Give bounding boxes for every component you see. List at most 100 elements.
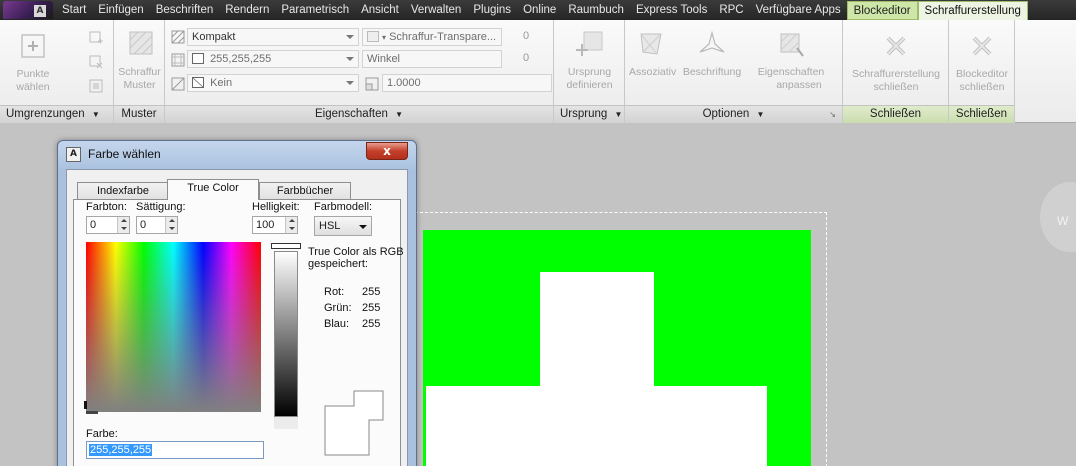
ribbon-tab-bar: A Start Einfügen Beschriften Rendern Par… xyxy=(0,0,1076,20)
hatch-type-dropdown[interactable]: Kompakt xyxy=(187,28,359,46)
chevron-down-icon xyxy=(346,35,354,39)
close-button[interactable]: x xyxy=(366,142,408,160)
close-hatch-creation-button[interactable]: Schraffurerstellung schließen xyxy=(845,32,947,94)
tab-plugins[interactable]: Plugins xyxy=(467,0,517,20)
panel-footer-pattern: Muster xyxy=(114,105,164,123)
associative-button[interactable]: Assoziativ xyxy=(629,30,676,79)
green-value: 255 xyxy=(362,302,381,314)
hatch-pattern-button[interactable]: Schraffur Muster xyxy=(116,30,163,92)
white-hatch-bottom[interactable] xyxy=(426,386,767,466)
saturation-spinner[interactable]: 0 xyxy=(136,216,178,234)
tab-online[interactable]: Online xyxy=(517,0,562,20)
angle-label: Winkel xyxy=(367,53,401,65)
options-footer-label: Optionen xyxy=(702,108,750,120)
viewcube-west-label: W xyxy=(1057,214,1069,228)
background-swatch xyxy=(192,77,204,88)
close-hatch-footer-label: Schließen xyxy=(869,108,922,120)
transparency-icon xyxy=(367,31,379,42)
close-hatch-label-1: Schraffurerstellung xyxy=(852,68,940,80)
panel-pattern: Schraffur Muster Muster xyxy=(114,20,165,123)
dialog-body: Indexfarbe True Color Farbbücher Farbton… xyxy=(66,169,408,466)
remove-boundaries-icon[interactable] xyxy=(88,54,104,70)
color-value-input[interactable]: 255,255,255 xyxy=(86,441,264,459)
blue-label: Blau: xyxy=(324,318,350,330)
tab-rpc[interactable]: RPC xyxy=(713,0,749,20)
annotative-label: Beschriftung xyxy=(682,66,742,78)
color-model-value: HSL xyxy=(319,220,341,232)
luminance-spinner[interactable]: 100 xyxy=(252,216,298,234)
tab-parametrisch[interactable]: Parametrisch xyxy=(275,0,355,20)
spinner-arrows-icon[interactable] xyxy=(117,217,129,233)
spinner-arrows-icon[interactable] xyxy=(165,217,177,233)
tab-schraffurerstellung[interactable]: Schraffurerstellung xyxy=(917,1,1028,20)
tab-express-tools[interactable]: Express Tools xyxy=(630,0,713,20)
transparency-field[interactable]: ▾ Schraffur-Transpare... xyxy=(362,28,502,46)
application-menu-button[interactable]: A xyxy=(3,1,53,19)
color-value-label: Farbe: xyxy=(86,428,118,440)
chevron-down-icon: ▼ xyxy=(91,110,100,119)
recreate-boundary-icon[interactable] xyxy=(88,78,104,94)
tab-rendern[interactable]: Rendern xyxy=(219,0,275,20)
dialog-launcher-icon[interactable]: ↘ xyxy=(829,106,836,123)
pattern-label-2: Muster xyxy=(123,79,156,91)
panel-footer-properties[interactable]: Eigenschaften ▼ xyxy=(165,105,553,123)
white-hatch-top[interactable] xyxy=(540,272,654,392)
true-color-page: Farbton: 0 Sättigung: 0 Helligkeit: 100 … xyxy=(73,199,404,466)
tab-beschriften[interactable]: Beschriften xyxy=(150,0,220,20)
background-color-dropdown[interactable]: Kein xyxy=(187,74,359,92)
ribbon: Punkte wählen Umgrenzungen ▼ Schraffur M… xyxy=(0,20,1076,123)
luminance-label: Helligkeit: xyxy=(252,201,300,213)
tab-index-color[interactable]: Indexfarbe xyxy=(77,182,169,199)
panel-properties: Kompakt ▾ Schraffur-Transpare... 0 255,2… xyxy=(165,20,554,123)
tab-ansicht[interactable]: Ansicht xyxy=(355,0,405,20)
spinner-arrows-icon[interactable] xyxy=(285,217,297,233)
saturation-value: 0 xyxy=(140,219,147,231)
close-block-label-1: Blockeditor xyxy=(956,68,1008,80)
hatch-type-icon xyxy=(171,30,185,44)
luminance-track-end xyxy=(274,417,298,429)
luminance-strip[interactable] xyxy=(274,251,298,417)
angle-field[interactable]: Winkel xyxy=(362,50,502,68)
panel-footer-origin[interactable]: Ursprung ▼ xyxy=(554,105,624,123)
hue-saturation-spectrum[interactable] xyxy=(86,242,261,412)
set-origin-button[interactable]: Ursprung definieren xyxy=(556,30,623,92)
tab-true-color[interactable]: True Color xyxy=(167,179,259,200)
hue-spinner[interactable]: 0 xyxy=(86,216,130,234)
hatch-color-value: 255,255,255 xyxy=(210,53,272,65)
chevron-down-icon xyxy=(346,81,354,85)
panel-footer-close-block: Schließen xyxy=(949,105,1014,123)
color-model-dropdown[interactable]: HSL xyxy=(314,216,372,236)
match-properties-icon xyxy=(780,33,804,57)
hatch-type-value: Kompakt xyxy=(192,31,236,43)
hue-value: 0 xyxy=(90,219,97,231)
color-swatch xyxy=(192,53,204,64)
scale-field[interactable]: 1.0000 xyxy=(382,74,552,92)
tab-blockeditor[interactable]: Blockeditor xyxy=(846,1,918,20)
select-objects-icon[interactable] xyxy=(88,30,104,46)
app-icon: A xyxy=(66,147,81,162)
spectrum-crosshair-base xyxy=(86,411,98,414)
spectrum-crosshair[interactable] xyxy=(84,401,87,409)
panel-footer-options[interactable]: Optionen ▼ ↘ xyxy=(625,105,842,123)
close-hatch-icon xyxy=(886,36,906,56)
panel-origin: Ursprung definieren Ursprung ▼ xyxy=(554,20,625,123)
tab-start[interactable]: Start xyxy=(56,0,92,20)
hatch-color-dropdown[interactable]: 255,255,255 xyxy=(187,50,359,68)
tab-color-books[interactable]: Farbbücher xyxy=(259,182,351,199)
close-block-editor-button[interactable]: Blockeditor schließen xyxy=(951,32,1013,94)
origin-icon xyxy=(575,31,602,56)
panel-boundaries: Punkte wählen Umgrenzungen ▼ xyxy=(0,20,114,123)
annotative-button[interactable]: Beschriftung xyxy=(677,30,747,79)
tab-einfuegen[interactable]: Einfügen xyxy=(92,0,149,20)
tab-verfuegbare-apps[interactable]: Verfügbare Apps xyxy=(750,0,847,20)
match-properties-button[interactable]: Eigenschaften anpassen xyxy=(753,30,829,92)
luminance-value: 100 xyxy=(256,219,275,231)
scale-icon xyxy=(365,77,379,91)
background-color-value: Kein xyxy=(210,77,233,89)
tab-verwalten[interactable]: Verwalten xyxy=(405,0,468,20)
luminance-slider-handle[interactable] xyxy=(271,243,301,249)
pick-points-button[interactable]: Punkte wählen xyxy=(4,32,62,94)
panel-footer-boundaries[interactable]: Umgrenzungen ▼ xyxy=(0,105,113,123)
tab-raumbuch[interactable]: Raumbuch xyxy=(562,0,630,20)
panel-close-hatch: Schraffurerstellung schließen Schließen xyxy=(843,20,949,123)
